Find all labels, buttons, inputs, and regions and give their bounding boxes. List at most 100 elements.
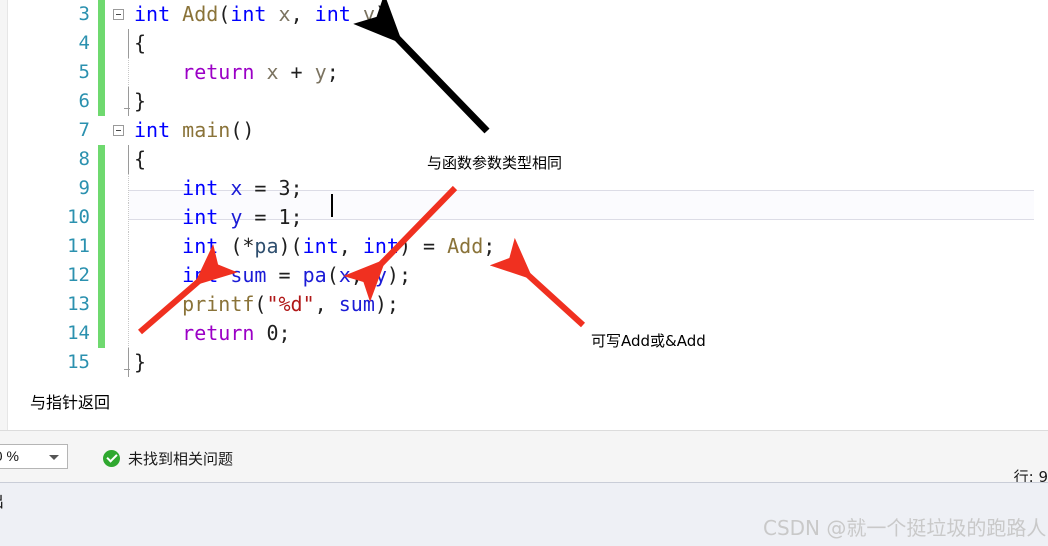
code-token: x — [338, 263, 351, 287]
code-token: ) = — [398, 234, 448, 258]
zoom-level-dropdown[interactable]: 00 % — [0, 444, 68, 469]
line-number: 8 — [78, 148, 90, 170]
code-line[interactable]: 4{ — [0, 29, 1048, 58]
code-editor[interactable]: 3 int Add(int x, int y) 4{5 return x + y; 6… — [0, 0, 1048, 430]
fold-collapse-icon[interactable] — [113, 9, 124, 20]
code-text: int x = 3; — [134, 174, 303, 203]
code-text: return 0; — [134, 319, 291, 348]
code-lines-container[interactable]: 3 int Add(int x, int y) 4{5 return x + y; 6… — [0, 0, 1048, 377]
code-token: pa — [254, 234, 279, 258]
change-indicator-bar — [98, 174, 105, 203]
change-indicator-bar — [98, 290, 105, 319]
code-text: { — [134, 29, 146, 58]
code-token: } — [134, 350, 147, 374]
code-token: printf — [182, 292, 255, 316]
indent-guide — [128, 232, 129, 261]
code-line[interactable]: 14 return 0; — [0, 319, 1048, 348]
indent-guide — [128, 348, 129, 377]
code-token: , — [314, 292, 339, 316]
indent-guide — [128, 145, 129, 174]
code-token: int — [182, 263, 219, 287]
indent-guide — [128, 87, 129, 116]
change-indicator-bar — [98, 203, 105, 232]
code-line[interactable]: 10 int y = 1; — [0, 203, 1048, 232]
code-token: x — [266, 60, 279, 84]
code-token: )( — [278, 234, 303, 258]
code-token: int — [182, 234, 219, 258]
code-token: y — [362, 2, 375, 26]
code-token: y — [374, 263, 387, 287]
fold-region-end — [124, 369, 130, 370]
indent-guide — [128, 116, 129, 145]
code-token: int — [314, 2, 351, 26]
code-token: 0; — [266, 321, 291, 345]
code-token: y — [230, 205, 243, 229]
code-token: x — [230, 176, 243, 200]
csdn-watermark: CSDN @就一个挺垃圾的跑路人 — [763, 516, 1047, 540]
line-number: 3 — [78, 3, 90, 25]
code-token: int — [182, 176, 219, 200]
code-token: 3; — [278, 176, 303, 200]
success-check-icon — [103, 450, 120, 467]
code-text: { — [134, 145, 146, 174]
line-number: 9 — [78, 177, 90, 199]
code-line[interactable]: 12 int sum = pa(x, y); — [0, 261, 1048, 290]
code-token: int — [134, 118, 171, 142]
code-line[interactable]: 11 int (*pa)(int, int) = Add; — [0, 232, 1048, 261]
code-token: return — [182, 60, 255, 84]
code-line[interactable]: 6} — [0, 87, 1048, 116]
fold-collapse-icon[interactable] — [113, 125, 124, 136]
code-token: Add — [182, 2, 219, 26]
code-token: ( — [254, 292, 267, 316]
line-number: 13 — [67, 293, 90, 315]
change-indicator-bar — [98, 58, 105, 87]
code-token: int — [302, 234, 339, 258]
indent-guide — [128, 29, 129, 58]
code-token: 1; — [278, 205, 303, 229]
output-panel-title: 出 — [0, 488, 4, 512]
line-number: 12 — [67, 264, 90, 286]
line-number: 10 — [67, 206, 90, 228]
code-token: main — [182, 118, 231, 142]
code-token: ); — [386, 263, 412, 287]
code-token: , — [290, 2, 315, 26]
annotation-add-usage: 可写Add或&Add — [591, 332, 706, 350]
status-message: 未找到相关问题 — [128, 450, 234, 468]
change-indicator-bar — [98, 261, 105, 290]
code-line[interactable]: 7 int main() — [0, 116, 1048, 145]
code-token: ); — [374, 292, 399, 316]
code-token: (* — [218, 234, 255, 258]
code-line[interactable]: 3 int Add(int x, int y) — [0, 0, 1048, 29]
code-token: int — [182, 205, 219, 229]
visual-studio-window: 3 int Add(int x, int y) 4{5 return x + y; 6… — [0, 0, 1048, 546]
code-token: int — [362, 234, 399, 258]
code-token: ( — [326, 263, 339, 287]
indent-guide — [128, 203, 129, 232]
zoom-level-value: 00 % — [0, 448, 19, 464]
code-line[interactable]: 13 printf("%d", sum); — [0, 290, 1048, 319]
fold-region-end — [124, 108, 130, 109]
code-token: ; — [483, 234, 496, 258]
code-text: } — [134, 87, 146, 116]
code-token: sum — [230, 263, 267, 287]
code-line[interactable]: 9 int x = 3; — [0, 174, 1048, 203]
code-token: { — [134, 31, 147, 55]
code-token: int — [230, 2, 267, 26]
code-line[interactable]: 15} — [0, 348, 1048, 377]
indent-guide — [128, 261, 129, 290]
code-text: int y = 1; — [134, 203, 303, 232]
indent-guide — [128, 290, 129, 319]
code-line[interactable]: 5 return x + y; — [0, 58, 1048, 87]
code-token: , — [350, 263, 375, 287]
change-indicator-bar — [98, 29, 105, 58]
